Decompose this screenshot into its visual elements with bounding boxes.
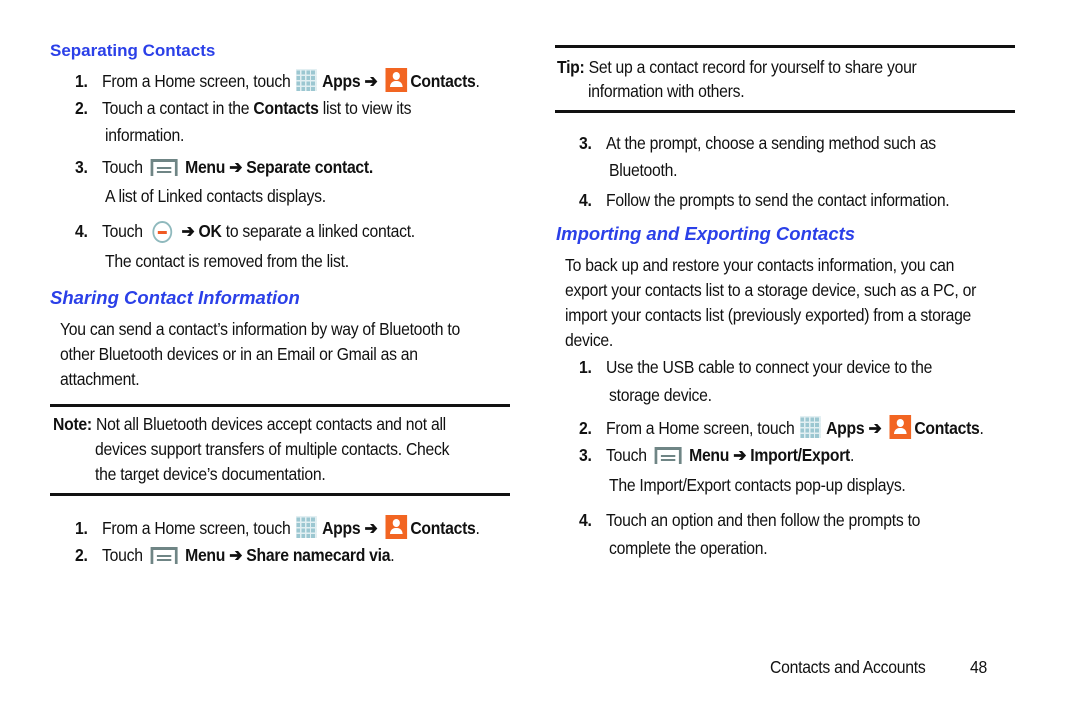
step-separating-4: 4. Touch ➔ OK to separate a linked contac…	[75, 221, 415, 243]
step-separating-3-result: A list of Linked contacts displays.	[105, 186, 326, 206]
step-sharing-2: 2. Touch Menu ➔ Share namecard via.	[75, 545, 395, 565]
step-import-4-cont: complete the operation.	[609, 538, 768, 558]
step-separating-2: 2. Touch a contact in the Contacts list t…	[75, 98, 412, 118]
step-sharing-4: 4. Follow the prompts to send the contact…	[579, 190, 950, 210]
page-number: 48	[970, 657, 987, 677]
sharing-paragraph-line: You can send a contact’s information by …	[60, 319, 460, 339]
footer-section-title: Contacts and Accounts	[770, 657, 926, 677]
sharing-paragraph-line: other Bluetooth devices or in an Email o…	[60, 344, 418, 364]
note-bottom-rule	[50, 493, 510, 496]
step-sharing-1: 1. From a Home screen, touch Apps ➔ Conta…	[75, 515, 480, 539]
step-separating-1: 1. From a Home screen, touch Apps ➔ Conta…	[75, 68, 480, 92]
step-import-4: 4. Touch an option and then follow the pr…	[579, 510, 921, 530]
step-import-3-result: The Import/Export contacts pop-up displa…	[609, 475, 906, 495]
apps-grid-icon	[296, 69, 317, 91]
heading-separating-contacts: Separating Contacts	[50, 41, 216, 60]
tip-bottom-rule	[555, 110, 1015, 113]
menu-icon	[150, 159, 178, 176]
import-paragraph-line: To back up and restore your contacts inf…	[565, 255, 955, 275]
tip-text: Tip: Set up a contact record for yoursel…	[557, 57, 917, 77]
step-sharing-3: 3. At the prompt, choose a sending method…	[579, 133, 936, 153]
note-line: the target device’s documentation.	[95, 464, 326, 484]
tip-top-rule	[555, 45, 1015, 48]
step-import-1-cont: storage device.	[609, 385, 712, 405]
step-import-3: 3. Touch Menu ➔ Import/Export.	[579, 445, 855, 465]
note-top-rule	[50, 404, 510, 407]
remove-circle-icon	[152, 221, 172, 243]
tip-label: Tip:	[557, 57, 585, 77]
apps-grid-icon	[296, 516, 317, 538]
note-line: devices support transfers of multiple co…	[95, 439, 450, 459]
note-text: Note: Not all Bluetooth devices accept c…	[53, 414, 446, 434]
step-import-2: 2. From a Home screen, touch Apps ➔ Conta…	[579, 415, 984, 439]
contacts-app-icon	[385, 515, 407, 539]
import-paragraph-line: import your contacts list (previously ex…	[565, 305, 972, 325]
heading-sharing-contact-information: Sharing Contact Information	[50, 287, 300, 308]
apps-grid-icon	[800, 416, 821, 438]
step-separating-2-cont: information.	[105, 125, 185, 145]
menu-icon	[654, 447, 682, 464]
step-number: 1.	[75, 71, 88, 91]
import-paragraph-line: export your contacts list to a storage d…	[565, 280, 977, 300]
import-paragraph-line: device.	[565, 330, 614, 350]
note-label: Note:	[53, 414, 92, 434]
sharing-paragraph-line: attachment.	[60, 369, 140, 389]
contacts-app-icon	[889, 415, 911, 439]
menu-icon	[150, 547, 178, 564]
step-separating-4-result: The contact is removed from the list.	[105, 251, 349, 271]
step-separating-3: 3. Touch Menu ➔ Separate contact.	[75, 157, 374, 177]
heading-importing-exporting: Importing and Exporting Contacts	[556, 223, 856, 244]
tip-line: information with others.	[588, 81, 745, 101]
contacts-app-icon	[385, 68, 407, 92]
step-import-1: 1. Use the USB cable to connect your devi…	[579, 357, 933, 377]
step-sharing-3-cont: Bluetooth.	[609, 160, 678, 180]
